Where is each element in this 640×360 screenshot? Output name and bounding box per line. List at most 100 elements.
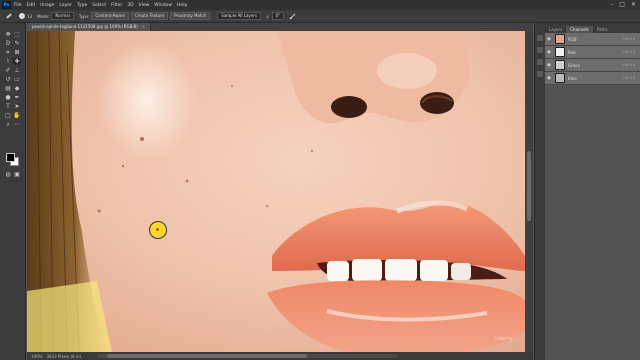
- tab-paths[interactable]: Paths: [593, 26, 612, 33]
- brush-tool-icon[interactable]: ✐: [4, 67, 12, 74]
- brush-preset-picker[interactable]: 13: [18, 12, 32, 20]
- vertical-scroll-thumb[interactable]: [527, 151, 531, 221]
- history-panel-icon[interactable]: [537, 35, 543, 41]
- menu-help[interactable]: Help: [177, 3, 187, 8]
- visibility-eye-icon[interactable]: ◉: [545, 63, 553, 68]
- screen-mode-icon[interactable]: ▣: [13, 171, 21, 178]
- spot-healing-tool-icon[interactable]: ✚: [13, 58, 21, 65]
- horizontal-scrollbar[interactable]: [97, 354, 397, 358]
- angle-control[interactable]: ∠ 0°: [266, 12, 285, 20]
- visibility-eye-icon[interactable]: ◉: [545, 76, 553, 81]
- crop-tool-icon[interactable]: ⌗: [4, 49, 12, 56]
- tab-layers[interactable]: Layers: [545, 26, 566, 33]
- angle-field[interactable]: 0°: [271, 12, 285, 20]
- blur-tool-icon[interactable]: ◆: [13, 85, 21, 92]
- spot-healing-cursor: [149, 221, 167, 239]
- document-info[interactable]: 3633 Pixels (8 in): [46, 354, 81, 359]
- menu-window[interactable]: Window: [154, 3, 172, 8]
- proximity-match-button[interactable]: Proximity Match: [170, 12, 211, 20]
- visibility-eye-icon[interactable]: ◉: [545, 50, 553, 55]
- dodge-tool-icon[interactable]: ●: [4, 94, 12, 101]
- frame-tool-icon[interactable]: ⊠: [13, 49, 21, 56]
- tab-channels[interactable]: Channels: [566, 26, 593, 33]
- gradient-tool-icon[interactable]: ▤: [4, 85, 12, 92]
- channel-name: Red: [568, 49, 576, 55]
- minimize-icon[interactable]: –: [610, 1, 613, 8]
- eyedropper-tool-icon[interactable]: ⌇: [4, 58, 12, 65]
- channel-thumbnail: [555, 60, 565, 70]
- tools-panel: ✥ ⬚ ᘐ ✎ ⌗ ⊠ ⌇ ✚ ✐ ⊥ ↺ ▭ ▤ ◆ ● ✒ T ➤ □ ✋ …: [0, 23, 26, 360]
- eraser-tool-icon[interactable]: ▭: [13, 76, 21, 83]
- photoshop-logo: Ps: [2, 1, 11, 9]
- close-icon[interactable]: ✕: [631, 1, 636, 8]
- zoom-level[interactable]: 100%: [31, 354, 42, 359]
- type-control: Type: Content-Aware Create Texture Proxi…: [78, 12, 211, 20]
- pen-tool-icon[interactable]: ✒: [13, 94, 21, 101]
- quick-mask-icon[interactable]: ◍: [4, 171, 12, 178]
- channel-row-blue[interactable]: ◉ Blue Ctrl+5: [545, 72, 640, 85]
- quick-select-tool-icon[interactable]: ✎: [13, 40, 21, 47]
- menu-layer[interactable]: Layer: [59, 3, 72, 8]
- pressure-size-icon[interactable]: [289, 13, 296, 20]
- channel-shortcut: Ctrl+4: [623, 63, 635, 67]
- visibility-eye-icon[interactable]: ◉: [545, 37, 553, 42]
- vertical-scrollbar[interactable]: [525, 31, 533, 352]
- channel-shortcut: Ctrl+2: [623, 37, 635, 41]
- portrait-photo: [27, 31, 525, 352]
- spot-healing-brush-icon[interactable]: [5, 12, 13, 20]
- document-canvas[interactable]: Udemy: [27, 31, 525, 352]
- channel-shortcut: Ctrl+3: [623, 50, 635, 54]
- channel-name: Green: [568, 62, 581, 68]
- marquee-tool-icon[interactable]: ⬚: [13, 31, 21, 38]
- menu-bar: Ps File Edit Image Layer Type Select Fil…: [0, 0, 640, 10]
- maximize-icon[interactable]: □: [619, 1, 625, 8]
- move-tool-icon[interactable]: ✥: [4, 31, 12, 38]
- channel-name: Blue: [568, 75, 577, 81]
- create-texture-button[interactable]: Create Texture: [130, 12, 169, 20]
- menu-type[interactable]: Type: [77, 3, 87, 8]
- menu-image[interactable]: Image: [40, 3, 54, 8]
- channel-row-rgb[interactable]: ◉ RGB Ctrl+2: [545, 33, 640, 46]
- sample-all-layers-control[interactable]: Sample All Layers: [215, 12, 262, 20]
- rectangle-tool-icon[interactable]: □: [4, 112, 12, 119]
- menu-edit[interactable]: Edit: [27, 3, 36, 8]
- channels-panel: Layers Channels Paths ◉ RGB Ctrl+2 ◉ Red…: [545, 23, 640, 360]
- brush-size: 13: [27, 13, 33, 19]
- adjustments-panel-icon[interactable]: [537, 59, 543, 65]
- angle-icon: ∠: [266, 13, 270, 19]
- document-tab[interactable]: pexels-aphile-tagliano-1141508.jpg @ 100…: [27, 23, 152, 31]
- menu-view[interactable]: View: [139, 3, 150, 8]
- channel-row-red[interactable]: ◉ Red Ctrl+3: [545, 46, 640, 59]
- menu-filter[interactable]: Filter: [111, 3, 122, 8]
- watermark-text: Udemy: [495, 336, 513, 342]
- foreground-color-swatch[interactable]: [6, 153, 15, 162]
- window-controls: – □ ✕: [610, 1, 636, 8]
- content-aware-button[interactable]: Content-Aware: [91, 12, 129, 20]
- menu-file[interactable]: File: [14, 3, 22, 8]
- sample-all-layers-checkbox[interactable]: Sample All Layers: [217, 12, 262, 20]
- panel-dock: [534, 23, 545, 360]
- menu-select[interactable]: Select: [92, 3, 106, 8]
- clone-stamp-tool-icon[interactable]: ⊥: [13, 67, 21, 74]
- close-tab-icon[interactable]: ×: [142, 24, 145, 29]
- channel-row-green[interactable]: ◉ Green Ctrl+4: [545, 59, 640, 72]
- menu-3d[interactable]: 3D: [127, 3, 133, 8]
- mode-control: Mode: Normal: [37, 12, 74, 20]
- channel-thumbnail: [555, 47, 565, 57]
- status-bar: 100% 3633 Pixels (8 in): [27, 352, 533, 360]
- history-brush-tool-icon[interactable]: ↺: [4, 76, 12, 83]
- type-tool-icon[interactable]: T: [4, 103, 12, 110]
- channel-name: RGB: [568, 36, 577, 42]
- more-tools-icon[interactable]: ⋯: [13, 121, 21, 128]
- libraries-panel-icon[interactable]: [537, 71, 543, 77]
- mode-select[interactable]: Normal: [51, 12, 74, 20]
- properties-panel-icon[interactable]: [537, 47, 543, 53]
- type-label: Type:: [78, 13, 90, 19]
- hand-tool-icon[interactable]: ✋: [13, 112, 21, 119]
- options-bar: 13 Mode: Normal Type: Content-Aware Crea…: [0, 10, 640, 23]
- zoom-tool-icon[interactable]: ⌕: [4, 121, 12, 128]
- lasso-tool-icon[interactable]: ᘐ: [4, 40, 12, 47]
- path-select-tool-icon[interactable]: ➤: [13, 103, 21, 110]
- document-title: pexels-aphile-tagliano-1141508.jpg @ 100…: [32, 24, 138, 29]
- horizontal-scroll-thumb[interactable]: [107, 354, 307, 358]
